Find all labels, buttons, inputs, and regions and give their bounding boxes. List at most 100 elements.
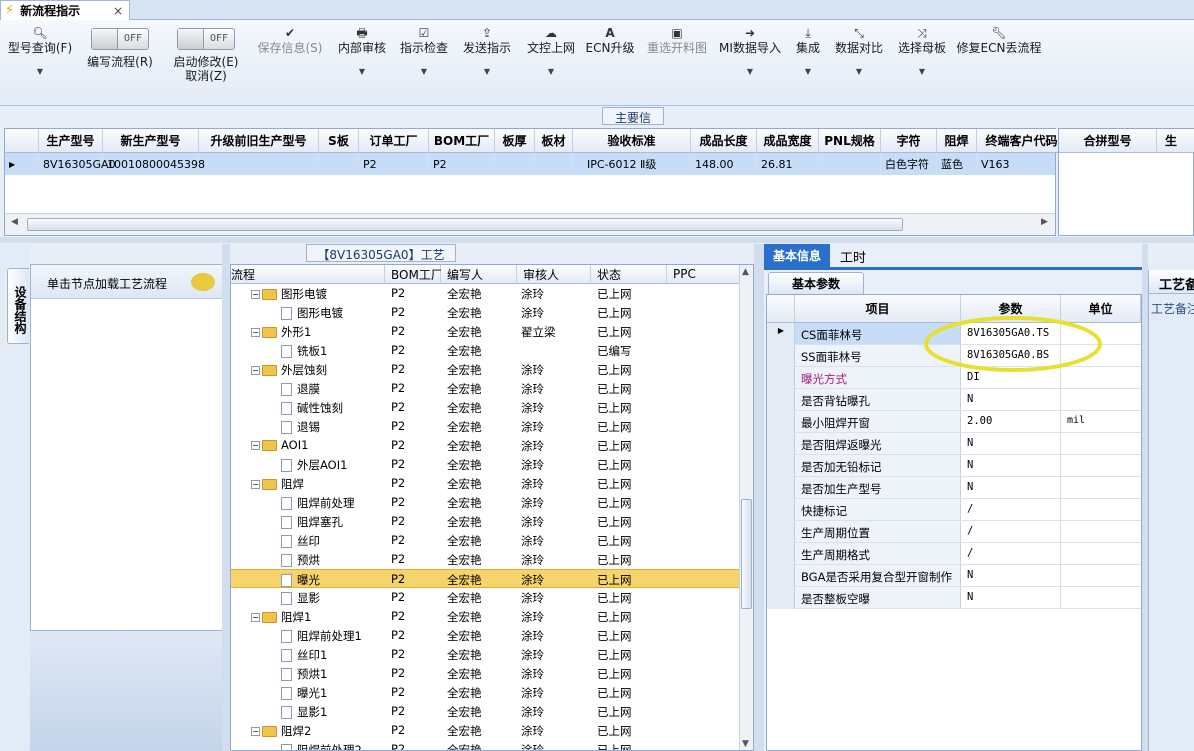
tree-row[interactable]: − 外形1 P2 全宏艳 翟立梁 已上网	[231, 322, 743, 341]
tree-row[interactable]: 碱性蚀刻 P2 全宏艳 涂玲 已上网	[231, 398, 743, 417]
param-value[interactable]: /	[967, 547, 973, 559]
param-value[interactable]: N	[967, 569, 973, 581]
close-icon[interactable]: ×	[113, 4, 123, 18]
param-row[interactable]: 是否整板空曝 N	[767, 587, 1141, 609]
tree-row[interactable]: − 阻焊2 P2 全宏艳 涂玲 已上网	[231, 721, 743, 740]
tree-row[interactable]: 阻焊前处理1 P2 全宏艳 涂玲 已上网	[231, 626, 743, 645]
param-row[interactable]: 生产周期格式 /	[767, 543, 1141, 565]
collapse-icon[interactable]: −	[251, 328, 260, 337]
column-header[interactable]: 成品长度	[691, 129, 757, 153]
tree-node-label[interactable]: 碱性蚀刻	[281, 400, 343, 416]
scroll-right-icon[interactable]: ▶	[1041, 217, 1048, 227]
column-header[interactable]: BOM工厂	[429, 129, 495, 153]
collapse-icon[interactable]: −	[251, 613, 260, 622]
column-header[interactable]: 编写人	[441, 265, 517, 284]
collapse-icon[interactable]: −	[251, 480, 260, 489]
tree-node-label[interactable]: 丝印	[281, 533, 320, 549]
param-value[interactable]: /	[967, 525, 973, 537]
param-value[interactable]: N	[967, 459, 973, 471]
tree-row[interactable]: 阻焊前处理2 P2 全宏艳 涂玲 已上网	[231, 740, 743, 750]
param-value[interactable]: 2.00	[967, 415, 992, 427]
ecn-upgrade-button[interactable]: A ECN升级	[584, 25, 636, 55]
start-modify-toggle[interactable]: OFF	[177, 28, 235, 50]
tree-node-label[interactable]: 阻焊塞孔	[281, 514, 343, 530]
column-header[interactable]: 订单工厂	[359, 129, 429, 153]
data-compare-button[interactable]: ⤡ 数据对比 ▼	[830, 25, 888, 79]
tree-node-label[interactable]: 阻焊前处理2	[281, 742, 362, 750]
repair-ecn-button[interactable]: 🔧︎ 修复ECN丢流程	[956, 25, 1042, 55]
collapse-icon[interactable]: −	[251, 441, 260, 450]
table-row[interactable]: ▶ 8V16305GA0 10010800045398 P2 P2 IPC-6012 Ⅱ级…	[5, 153, 1067, 175]
column-header[interactable]: 生产型号	[39, 129, 103, 153]
tree-row[interactable]: − 阻焊 P2 全宏艳 涂玲 已上网	[231, 474, 743, 493]
param-row[interactable]: BGA是否采用复合型开窗制作 N	[767, 565, 1141, 587]
mi-import-button[interactable]: ➜ MI数据导入 ▼	[716, 25, 784, 79]
send-instruction-button[interactable]: ⇪ 发送指示 ▼	[458, 25, 516, 79]
tree-row[interactable]: 丝印1 P2 全宏艳 涂玲 已上网	[231, 645, 743, 664]
param-row[interactable]: 快捷标记 /	[767, 499, 1141, 521]
tab-basic-params[interactable]: 基本参数	[768, 272, 864, 294]
tree-node-label[interactable]: 退膜	[281, 381, 320, 397]
column-header[interactable]: 升级前旧生产型号	[199, 129, 319, 153]
tab-process-notes[interactable]: 工艺备	[1149, 270, 1194, 294]
tree-row[interactable]: 退锡 P2 全宏艳 涂玲 已上网	[231, 417, 743, 436]
column-header[interactable]: 新生产型号	[103, 129, 199, 153]
tree-node-label[interactable]: 曝光1	[281, 685, 327, 701]
scroll-left-icon[interactable]: ◀	[11, 217, 18, 227]
tree-node-label[interactable]: 预烘1	[281, 666, 327, 682]
tree-row[interactable]: − AOI1 P2 全宏艳 涂玲 已上网	[231, 436, 743, 455]
vertical-scrollbar[interactable]: ▲ ▼	[739, 265, 753, 750]
tab-work-hours[interactable]: 工时	[836, 247, 870, 266]
splitter-horizontal[interactable]	[0, 237, 1194, 243]
param-row[interactable]: 生产周期位置 /	[767, 521, 1141, 543]
tree-node-label[interactable]: 预烘	[281, 552, 320, 568]
tree-row[interactable]: 图形电镀 P2 全宏艳 涂玲 已上网	[231, 303, 743, 322]
document-tab[interactable]: ⚡ 新流程指示 ×	[0, 0, 130, 20]
splitter-vertical[interactable]	[222, 244, 230, 751]
scroll-down-icon[interactable]: ▼	[742, 739, 749, 749]
internal-review-button[interactable]: 🖶 内部审核 ▼	[334, 25, 390, 79]
reselect-material-button[interactable]: ▣ 重选开料图	[642, 25, 712, 55]
row-indicator[interactable]: ▶	[5, 153, 39, 175]
tree-node-label[interactable]: − 阻焊2	[251, 723, 311, 739]
tree-row[interactable]: − 外层蚀刻 P2 全宏艳 涂玲 已上网	[231, 360, 743, 379]
tree-row[interactable]: 显影1 P2 全宏艳 涂玲 已上网	[231, 702, 743, 721]
tree-node-label[interactable]: 丝印1	[281, 647, 327, 663]
start-modify-button[interactable]: OFF 启动修改(E) 取消(Z)	[166, 28, 246, 83]
param-value[interactable]: N	[967, 481, 973, 493]
tree-node-label[interactable]: 阻焊前处理	[281, 495, 355, 511]
tree-row[interactable]: 阻焊前处理 P2 全宏艳 涂玲 已上网	[231, 493, 743, 512]
column-header[interactable]: 字符	[881, 129, 937, 153]
tree-node-label[interactable]: − 阻焊	[251, 476, 304, 492]
tree-node-label[interactable]: 图形电镀	[281, 305, 343, 321]
integrate-button[interactable]: ⤓ 集成 ▼	[790, 25, 826, 79]
tree-node-label[interactable]: 显影	[281, 590, 320, 606]
model-query-button[interactable]: 🔍︎ 型号查询(F) ▼	[4, 25, 76, 79]
column-header[interactable]: 成品宽度	[757, 129, 819, 153]
param-row[interactable]: 是否背钻曝孔 N	[767, 389, 1141, 411]
tree-node-label[interactable]: − 外形1	[251, 324, 311, 340]
instruction-check-button[interactable]: ☑ 指示检查 ▼	[396, 25, 452, 79]
param-row[interactable]: 是否加生产型号 N	[767, 477, 1141, 499]
select-mother-board-button[interactable]: ⤨ 选择母板 ▼	[892, 25, 952, 79]
tree-node-label[interactable]: − 图形电镀	[251, 286, 327, 302]
column-header[interactable]: 流程	[231, 265, 385, 284]
splitter-vertical[interactable]	[754, 244, 764, 751]
column-header[interactable]: BOM工厂	[385, 265, 443, 284]
column-header[interactable]: 生	[1157, 129, 1194, 153]
edit-flow-toggle[interactable]: OFF	[91, 28, 149, 50]
column-header[interactable]: S板	[319, 129, 359, 153]
upload-doc-button[interactable]: ☁ 文控上网 ▼	[522, 25, 580, 79]
column-header[interactable]: 板厚	[495, 129, 535, 153]
column-header[interactable]: 审核人	[517, 265, 591, 284]
column-header[interactable]: PNL规格	[819, 129, 881, 153]
scroll-thumb[interactable]	[27, 218, 903, 231]
tab-basic-info[interactable]: 基本信息	[764, 244, 830, 267]
param-value[interactable]: /	[967, 503, 973, 515]
tree-row[interactable]: 显影 P2 全宏艳 涂玲 已上网	[231, 588, 743, 607]
param-value[interactable]: N	[967, 437, 973, 449]
tree-row[interactable]: 曝光1 P2 全宏艳 涂玲 已上网	[231, 683, 743, 702]
collapse-icon[interactable]: −	[251, 727, 260, 736]
tree-row[interactable]: 曝光 P2 全宏艳 涂玲 已上网	[231, 569, 743, 588]
tree-row[interactable]: 铣板1 P2 全宏艳 已编写	[231, 341, 743, 360]
